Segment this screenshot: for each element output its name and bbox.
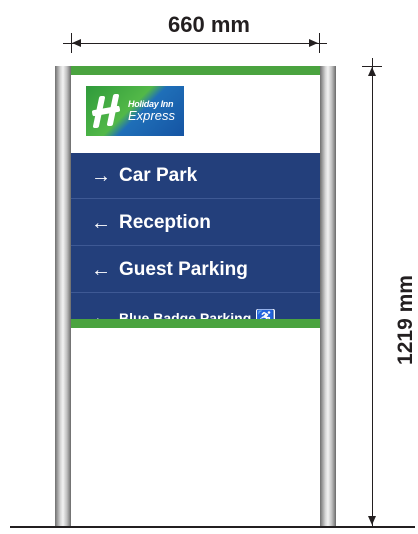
height-arrowhead-bottom <box>368 516 376 525</box>
bottom-green-band <box>71 319 320 328</box>
logo-text: Holiday Inn Express <box>128 100 175 123</box>
height-dimension-label: 1219 mm <box>394 275 417 365</box>
sign-row-label: Guest Parking <box>119 258 248 280</box>
holiday-inn-express-logo: Holiday Inn Express <box>86 86 184 136</box>
direction-panel: → Car Park ← Reception ← Guest Parking ←… <box>71 153 320 328</box>
width-dimension-label: 660 mm <box>168 12 250 37</box>
arrow-left-icon: ← <box>91 258 111 281</box>
top-green-band <box>71 66 320 75</box>
blank-lower-panel <box>71 328 320 528</box>
width-arrowhead-left <box>72 39 81 47</box>
holiday-inn-h-logo-icon <box>86 86 126 136</box>
sign-row-label: Reception <box>119 211 211 233</box>
sign-row-label: Car Park <box>119 164 198 186</box>
sign-row-guest-parking: ← Guest Parking <box>71 247 320 293</box>
width-arrowhead-right <box>309 39 318 47</box>
sign-row-reception: ← Reception <box>71 200 320 246</box>
height-dimension-label-wrap: 1219 mm <box>386 260 418 380</box>
arrow-right-icon: → <box>91 164 111 187</box>
right-post <box>320 66 336 528</box>
height-arrowhead-top <box>368 67 376 76</box>
logo-sub-text: Express <box>128 108 175 123</box>
sign-row-car-park: → Car Park <box>71 153 320 199</box>
width-dimension-line <box>63 43 327 44</box>
ground-line <box>10 526 415 528</box>
left-post <box>55 66 71 528</box>
width-dimension-tick-right <box>319 33 320 53</box>
height-dimension-line <box>372 58 373 526</box>
arrow-left-icon: ← <box>91 211 111 234</box>
